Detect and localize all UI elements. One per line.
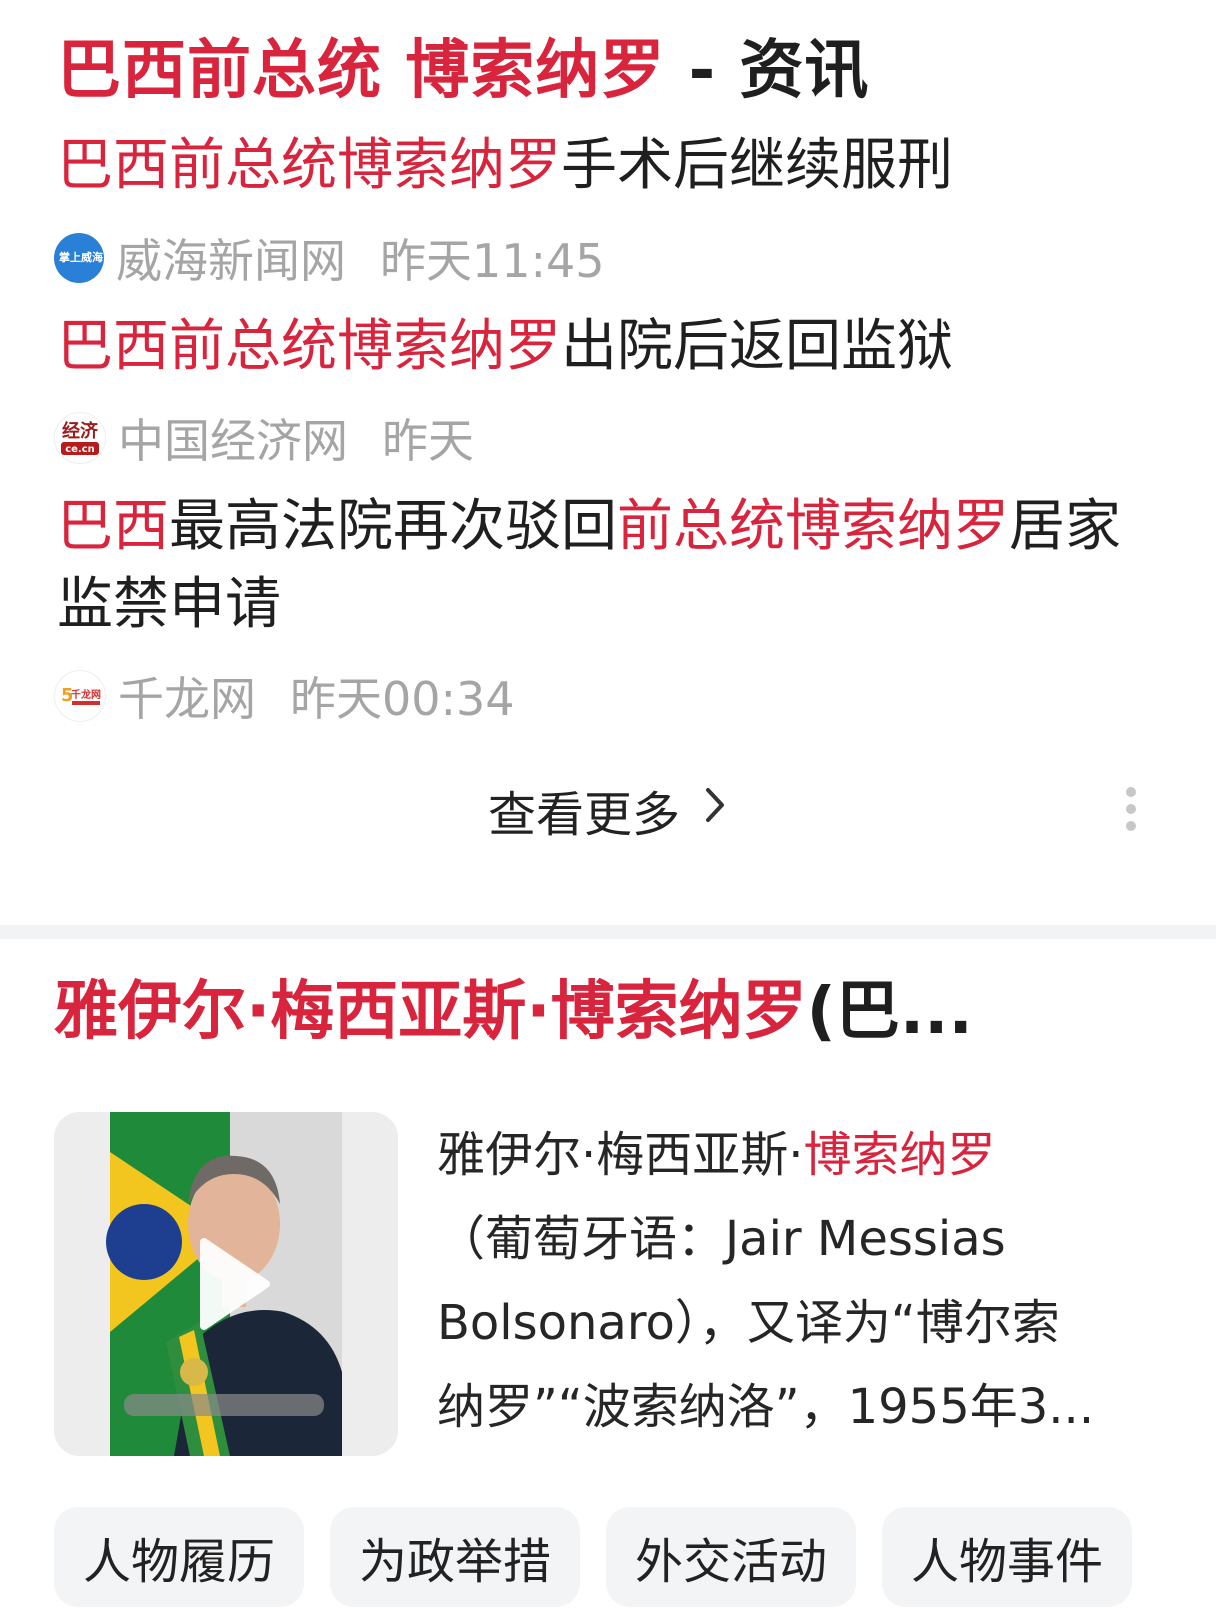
chevron-right-icon <box>702 782 728 838</box>
ce-cn-logo-icon: 经济 ce.cn <box>54 412 106 464</box>
svg-text:经济: 经济 <box>62 420 99 442</box>
news-time: 昨天11:45 <box>380 234 605 288</box>
svg-text:ce.cn: ce.cn <box>65 444 95 455</box>
news-meta-1: 掌上威海 威海新闻网 昨天11:45 <box>54 228 605 288</box>
news-card: 巴西前总统 博索纳罗 - 资讯 巴西前总统博索纳罗手术后继续服刑 掌上威海 威海… <box>0 0 1216 925</box>
desc-name-highlight: 博索纳罗 <box>803 1127 996 1183</box>
news-headline-3[interactable]: 巴西最高法院再次驳回前总统博索纳罗居家监禁申请 <box>57 488 1157 644</box>
headline-highlight: 前总统博索纳罗 <box>617 494 1009 559</box>
desc-line: Bolsonaro），又译为“博尔索 <box>437 1295 1060 1351</box>
play-icon[interactable] <box>190 1238 270 1330</box>
news-headline-1[interactable]: 巴西前总统博索纳罗手术后继续服刑 <box>57 127 1157 205</box>
desc-line: （葡萄牙语：Jair Messias <box>437 1211 1006 1267</box>
person-card-title[interactable]: 雅伊尔·梅西亚斯·博索纳罗(巴... <box>54 971 973 1053</box>
headline-highlight: 巴西 <box>57 494 169 559</box>
news-source[interactable]: 千龙网 <box>118 663 256 729</box>
headline-text: 最高法院再次驳回 <box>169 494 617 559</box>
see-more-label: 查看更多 <box>487 787 680 843</box>
news-title-suffix: - 资讯 <box>688 34 870 108</box>
person-card: 雅伊尔·梅西亚斯·博索纳罗(巴... 雅伊尔·梅西亚斯·博索纳罗 （葡萄牙语：J… <box>0 939 1216 1608</box>
person-description[interactable]: 雅伊尔·梅西亚斯·博索纳罗 （葡萄牙语：Jair Messias Bolsona… <box>437 1113 1147 1449</box>
headline-text: 出院后返回监狱 <box>561 314 953 379</box>
news-time: 昨天 <box>382 414 474 468</box>
news-card-title[interactable]: 巴西前总统 博索纳罗 - 资讯 <box>57 30 869 112</box>
news-title-highlight: 巴西前总统 博索纳罗 <box>57 34 666 108</box>
headline-highlight: 巴西前总统博索纳罗 <box>57 314 561 379</box>
weihai-news-logo-icon: 掌上威海 <box>54 233 104 283</box>
headline-text: 手术后继续服刑 <box>561 133 953 198</box>
person-video-thumbnail[interactable] <box>54 1112 398 1456</box>
person-title-rest: (巴... <box>806 975 973 1049</box>
news-time: 昨天00:34 <box>290 672 515 726</box>
news-meta-3: 5 千龙网 千龙网 昨天00:34 <box>54 666 515 726</box>
qianlong-logo-icon: 5 千龙网 <box>54 670 106 722</box>
news-meta-2: 经济 ce.cn 中国经济网 昨天 <box>54 408 474 468</box>
vertical-dots-icon[interactable] <box>1126 787 1140 838</box>
tag-policy[interactable]: 为政举措 <box>330 1507 580 1607</box>
person-title-highlight: 雅伊尔·梅西亚斯·博索纳罗 <box>54 975 807 1049</box>
tag-events[interactable]: 人物事件 <box>882 1507 1132 1607</box>
headline-highlight: 巴西前总统博索纳罗 <box>57 133 561 198</box>
svg-text:千龙网: 千龙网 <box>71 688 101 701</box>
tag-career[interactable]: 人物履历 <box>54 1507 304 1607</box>
section-separator <box>0 925 1216 939</box>
tag-diplomacy[interactable]: 外交活动 <box>606 1507 856 1607</box>
see-more-button[interactable]: 查看更多 <box>0 770 1216 850</box>
desc-name: 雅伊尔·梅西亚斯· <box>437 1127 804 1183</box>
news-source[interactable]: 威海新闻网 <box>116 225 346 291</box>
desc-line: 纳罗”“波索纳洛”，1955年3... <box>437 1379 1095 1435</box>
news-source[interactable]: 中国经济网 <box>118 405 348 471</box>
news-headline-2[interactable]: 巴西前总统博索纳罗出院后返回监狱 <box>57 308 1157 386</box>
tag-row: 人物履历 为政举措 外交活动 人物事件 <box>54 1507 1132 1607</box>
